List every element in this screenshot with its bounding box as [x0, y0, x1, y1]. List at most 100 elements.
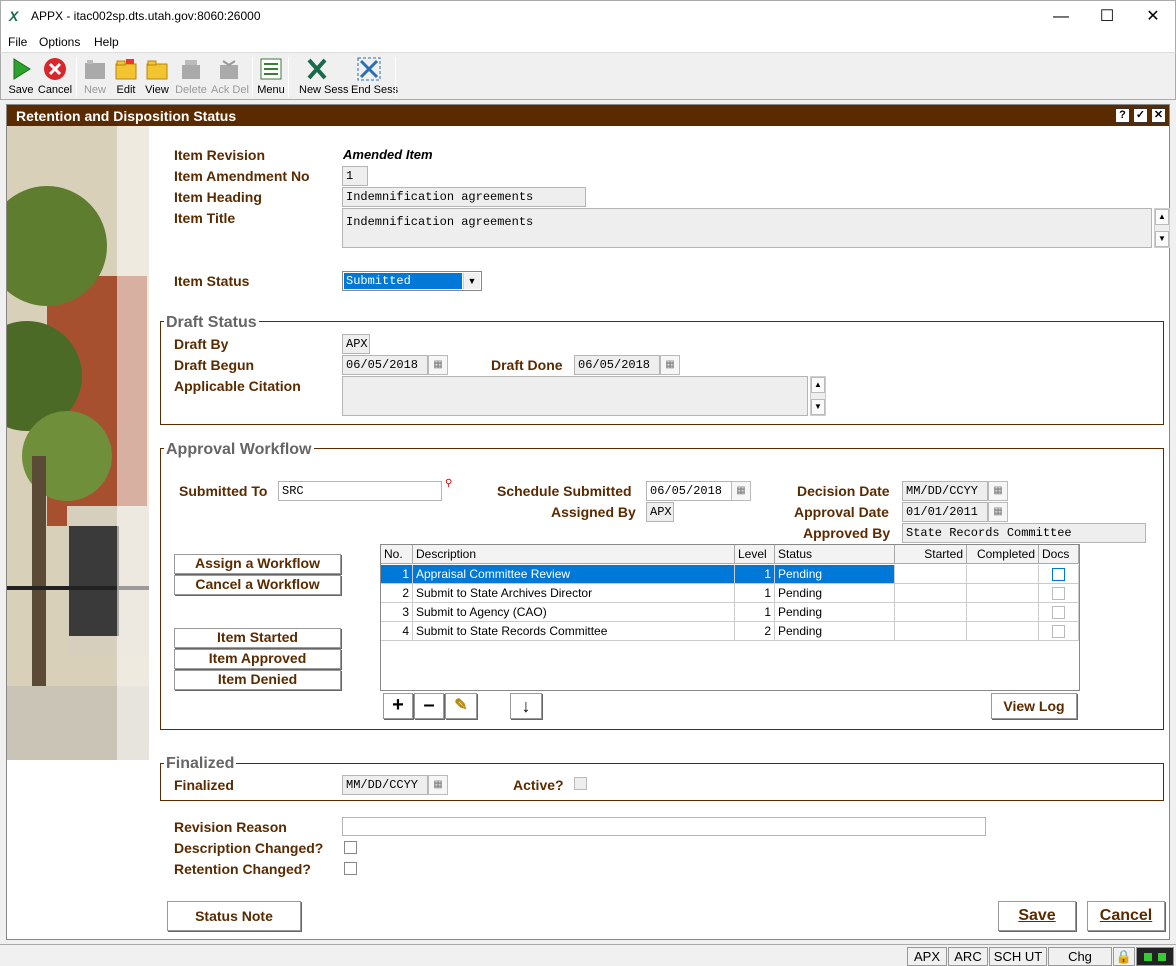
- menu-bar: File Options Help: [0, 31, 1176, 52]
- scroll-up-icon[interactable]: ▲: [1155, 209, 1169, 225]
- column-header-level[interactable]: Level: [735, 545, 775, 564]
- save-toolbar-button[interactable]: Save: [3, 55, 39, 99]
- cancel-workflow-button[interactable]: Cancel a Workflow: [174, 575, 341, 595]
- column-header-no[interactable]: No.: [381, 545, 413, 564]
- folder-view-icon: [146, 60, 168, 80]
- heading-field[interactable]: Indemnification agreements: [342, 187, 586, 207]
- menu-help[interactable]: Help: [94, 35, 119, 49]
- row-no: 4: [381, 622, 413, 641]
- calendar-icon[interactable]: ▦: [731, 481, 751, 501]
- assigned-by-label: Assigned By: [551, 504, 636, 520]
- approval-date-field[interactable]: 01/01/2011: [902, 502, 988, 522]
- description-changed-checkbox[interactable]: [344, 841, 357, 854]
- ack-delete-toolbar-button[interactable]: Ack Del: [211, 55, 249, 99]
- calendar-icon[interactable]: ▦: [428, 355, 448, 375]
- end-session-icon: [357, 57, 381, 81]
- calendar-icon[interactable]: ▦: [660, 355, 680, 375]
- item-started-button[interactable]: Item Started: [174, 628, 341, 648]
- ok-check-button[interactable]: ✓: [1133, 108, 1148, 123]
- status-panel-apx: APX: [907, 947, 947, 966]
- help-button[interactable]: ?: [1115, 108, 1130, 123]
- docs-checkbox[interactable]: [1052, 587, 1065, 600]
- decision-date-field[interactable]: MM/DD/CCYY: [902, 481, 988, 501]
- scroll-down-icon[interactable]: ▼: [1155, 231, 1169, 247]
- revision-reason-field[interactable]: [342, 817, 986, 836]
- cancel-toolbar-button[interactable]: Cancel: [37, 55, 73, 99]
- draft-begun-field[interactable]: 06/05/2018: [342, 355, 428, 375]
- title-scrollbar[interactable]: ▲ ▼: [1154, 208, 1170, 248]
- maximize-button[interactable]: ☐: [1084, 1, 1130, 32]
- remove-row-button[interactable]: –: [414, 693, 444, 719]
- edit-row-button[interactable]: ✎: [445, 693, 477, 719]
- menu-toolbar-button[interactable]: Menu: [253, 55, 289, 99]
- draft-by-field[interactable]: APX: [342, 334, 370, 354]
- save-button[interactable]: Save: [998, 901, 1076, 931]
- docs-checkbox[interactable]: [1052, 606, 1065, 619]
- delete-toolbar-button[interactable]: Delete: [173, 55, 209, 99]
- revision-reason-label: Revision Reason: [174, 819, 287, 835]
- citation-scrollbar[interactable]: ▲ ▼: [810, 376, 826, 416]
- column-header-completed[interactable]: Completed: [967, 545, 1039, 564]
- menu-options[interactable]: Options: [39, 35, 80, 49]
- row-description: Submit to State Records Committee: [413, 622, 735, 641]
- row-started: [895, 565, 967, 584]
- docs-checkbox[interactable]: [1052, 625, 1065, 638]
- approved-by-field[interactable]: State Records Committee: [902, 523, 1146, 543]
- view-toolbar-button[interactable]: View: [139, 55, 175, 99]
- decision-date-label: Decision Date: [797, 483, 890, 499]
- add-row-button[interactable]: +: [383, 693, 413, 719]
- close-form-button[interactable]: ✕: [1151, 108, 1166, 123]
- calendar-icon[interactable]: ▦: [428, 775, 448, 795]
- table-row[interactable]: 3 Submit to Agency (CAO) 1 Pending: [381, 603, 1079, 622]
- window-title: APPX - itac002sp.dts.utah.gov:8060:26000: [31, 9, 261, 23]
- retention-changed-checkbox[interactable]: [344, 862, 357, 875]
- finalized-date-field[interactable]: MM/DD/CCYY: [342, 775, 428, 795]
- row-completed: [967, 622, 1039, 641]
- lookup-search-icon[interactable]: ⚲: [445, 478, 452, 489]
- column-header-docs[interactable]: Docs: [1039, 545, 1079, 564]
- row-no: 3: [381, 603, 413, 622]
- scroll-up-icon[interactable]: ▲: [811, 377, 825, 393]
- column-header-started[interactable]: Started: [895, 545, 967, 564]
- status-select[interactable]: Submitted ▼: [342, 271, 482, 291]
- move-down-button[interactable]: ↓: [510, 693, 542, 719]
- title-bar: X APPX - itac002sp.dts.utah.gov:8060:260…: [0, 0, 1176, 31]
- column-header-description[interactable]: Description: [413, 545, 735, 564]
- assigned-by-field[interactable]: APX: [646, 502, 674, 522]
- item-denied-button[interactable]: Item Denied: [174, 670, 341, 690]
- calendar-icon[interactable]: ▦: [988, 502, 1008, 522]
- row-completed: [967, 603, 1039, 622]
- close-window-button[interactable]: ✕: [1130, 1, 1176, 32]
- active-checkbox[interactable]: [574, 777, 587, 790]
- row-status: Pending: [775, 584, 895, 603]
- assign-workflow-button[interactable]: Assign a Workflow: [174, 554, 341, 574]
- menu-file[interactable]: File: [8, 35, 27, 49]
- cancel-button[interactable]: Cancel: [1087, 901, 1165, 931]
- indicator-light-icon: [1158, 953, 1167, 961]
- docs-checkbox[interactable]: [1052, 568, 1065, 581]
- item-approved-button[interactable]: Item Approved: [174, 649, 341, 669]
- active-label: Active?: [513, 777, 564, 793]
- status-note-button[interactable]: Status Note: [167, 901, 301, 931]
- minimize-button[interactable]: —: [1038, 1, 1084, 32]
- draft-status-title: Draft Status: [164, 314, 259, 332]
- table-row[interactable]: 2 Submit to State Archives Director 1 Pe…: [381, 584, 1079, 603]
- view-log-button[interactable]: View Log: [991, 693, 1077, 719]
- new-session-toolbar-button[interactable]: New Sess: [299, 55, 349, 99]
- end-session-toolbar-button[interactable]: End Sess: [351, 55, 398, 99]
- indicator-light-icon: [1143, 953, 1152, 961]
- title-field[interactable]: Indemnification agreements: [342, 208, 1152, 248]
- schedule-submitted-field[interactable]: 06/05/2018: [646, 481, 732, 501]
- submitted-to-field[interactable]: SRC: [278, 481, 442, 501]
- scroll-down-icon[interactable]: ▼: [811, 399, 825, 415]
- column-header-status[interactable]: Status: [775, 545, 895, 564]
- chevron-down-icon[interactable]: ▼: [463, 273, 480, 289]
- calendar-icon[interactable]: ▦: [988, 481, 1008, 501]
- table-row[interactable]: 4 Submit to State Records Committee 2 Pe…: [381, 622, 1079, 641]
- row-status: Pending: [775, 622, 895, 641]
- table-row[interactable]: 1 Appraisal Committee Review 1 Pending: [381, 565, 1079, 584]
- draft-done-field[interactable]: 06/05/2018: [574, 355, 660, 375]
- citation-field[interactable]: [342, 376, 808, 416]
- pencil-icon: ✎: [454, 697, 468, 714]
- amendment-field[interactable]: 1: [342, 166, 368, 186]
